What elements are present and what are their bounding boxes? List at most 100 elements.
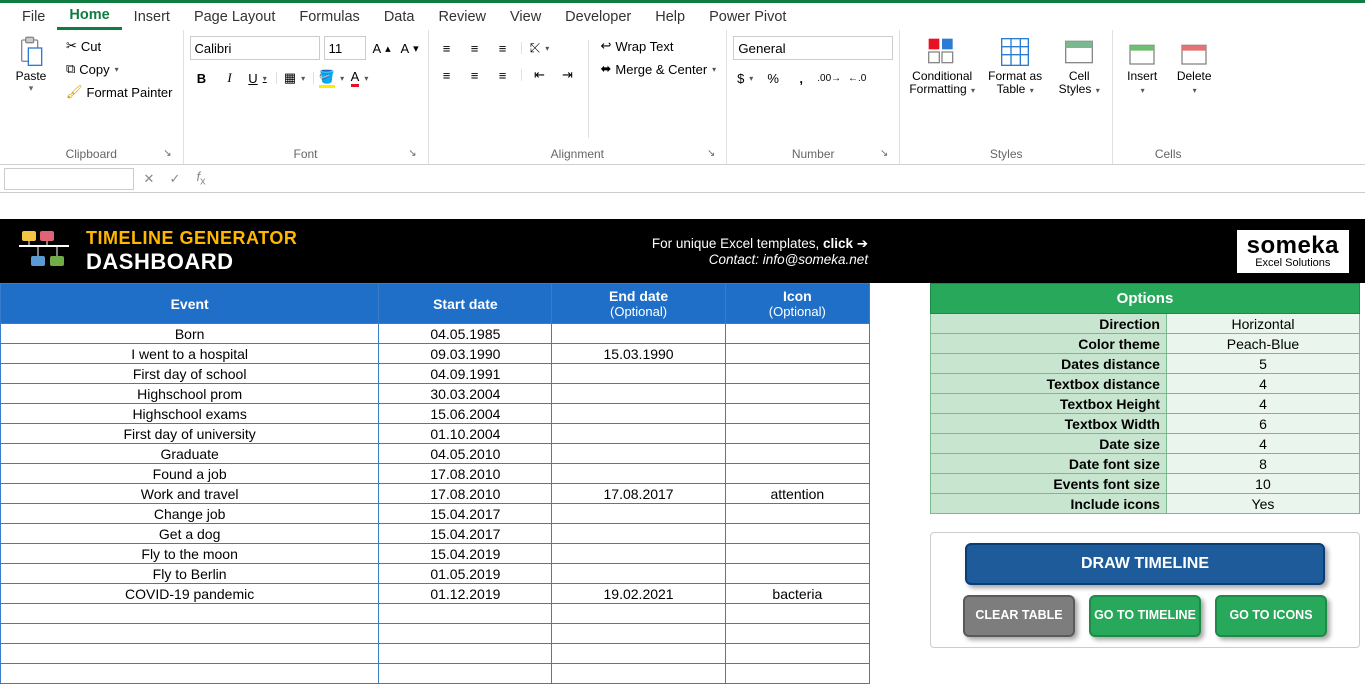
cell-icon[interactable]: [725, 424, 869, 444]
cell-start[interactable]: [379, 644, 552, 664]
table-row[interactable]: Born04.05.1985: [1, 324, 870, 344]
cell-end[interactable]: [552, 624, 725, 644]
align-center-button[interactable]: ≡: [463, 63, 487, 87]
option-row[interactable]: Include iconsYes: [931, 494, 1360, 514]
table-row[interactable]: Get a dog15.04.2017: [1, 524, 870, 544]
cell-event[interactable]: [1, 644, 379, 664]
option-value[interactable]: 8: [1166, 454, 1359, 474]
merge-center-button[interactable]: ⬌Merge & Center ▾: [597, 59, 721, 79]
decrease-indent-button[interactable]: ⇤: [528, 63, 552, 87]
table-row[interactable]: Highschool prom30.03.2004: [1, 384, 870, 404]
cell-icon[interactable]: bacteria: [725, 584, 869, 604]
cell-end[interactable]: [552, 424, 725, 444]
cell-icon[interactable]: attention: [725, 484, 869, 504]
paste-button[interactable]: Paste ▾: [6, 34, 56, 96]
fx-icon[interactable]: fx: [190, 169, 212, 188]
dialog-launcher-icon[interactable]: ↘: [877, 148, 891, 162]
cell-end[interactable]: [552, 544, 725, 564]
table-row[interactable]: Fly to the moon15.04.2019: [1, 544, 870, 564]
cell-styles-button[interactable]: Cell Styles ▾: [1052, 34, 1106, 98]
formula-input[interactable]: [216, 168, 1361, 190]
cell-start[interactable]: 15.04.2017: [379, 504, 552, 524]
table-row[interactable]: Highschool exams15.06.2004: [1, 404, 870, 424]
option-value[interactable]: Peach-Blue: [1166, 334, 1359, 354]
cell-event[interactable]: Fly to the moon: [1, 544, 379, 564]
table-row[interactable]: Fly to Berlin01.05.2019: [1, 564, 870, 584]
menu-tab-home[interactable]: Home: [57, 3, 121, 30]
menu-tab-developer[interactable]: Developer: [553, 5, 643, 29]
cell-start[interactable]: 15.06.2004: [379, 404, 552, 424]
cell-start[interactable]: 04.05.1985: [379, 324, 552, 344]
menu-tab-data[interactable]: Data: [372, 5, 427, 29]
draw-timeline-button[interactable]: DRAW TIMELINE: [965, 543, 1325, 585]
cell-end[interactable]: [552, 444, 725, 464]
cell-start[interactable]: [379, 664, 552, 684]
font-name-input[interactable]: [190, 36, 320, 60]
menu-tab-power-pivot[interactable]: Power Pivot: [697, 5, 798, 29]
col-start[interactable]: Start date: [379, 284, 552, 324]
worksheet-area[interactable]: Event Start date End date(Optional) Icon…: [0, 283, 1365, 684]
align-right-button[interactable]: ≡: [491, 63, 515, 87]
col-event[interactable]: Event: [1, 284, 379, 324]
option-row[interactable]: DirectionHorizontal: [931, 314, 1360, 334]
cell-start[interactable]: 30.03.2004: [379, 384, 552, 404]
events-table[interactable]: Event Start date End date(Optional) Icon…: [0, 283, 870, 684]
table-row[interactable]: [1, 644, 870, 664]
align-top-button[interactable]: ≡: [435, 36, 459, 60]
borders-button[interactable]: ▦▾: [283, 66, 307, 90]
cell-start[interactable]: 04.05.2010: [379, 444, 552, 464]
table-row[interactable]: [1, 664, 870, 684]
table-row[interactable]: [1, 624, 870, 644]
comma-button[interactable]: ,: [789, 66, 813, 90]
cell-icon[interactable]: [725, 404, 869, 424]
cell-end[interactable]: 17.08.2017: [552, 484, 725, 504]
option-value[interactable]: 10: [1166, 474, 1359, 494]
cell-start[interactable]: 17.08.2010: [379, 484, 552, 504]
fill-color-button[interactable]: 🪣▾: [320, 66, 344, 90]
menu-tab-review[interactable]: Review: [426, 5, 498, 29]
menu-tab-view[interactable]: View: [498, 5, 553, 29]
insert-cells-button[interactable]: Insert▾: [1119, 34, 1165, 98]
option-value[interactable]: 4: [1166, 374, 1359, 394]
font-size-input[interactable]: [324, 36, 366, 60]
cell-icon[interactable]: [725, 624, 869, 644]
option-value[interactable]: Horizontal: [1166, 314, 1359, 334]
conditional-formatting-button[interactable]: Conditional Formatting ▾: [906, 34, 978, 98]
accounting-format-button[interactable]: $▾: [733, 66, 757, 90]
option-row[interactable]: Date size4: [931, 434, 1360, 454]
cell-event[interactable]: First day of university: [1, 424, 379, 444]
menu-tab-file[interactable]: File: [10, 5, 57, 29]
dialog-launcher-icon[interactable]: ↘: [406, 148, 420, 162]
goto-icons-button[interactable]: GO TO ICONS: [1215, 595, 1327, 637]
table-row[interactable]: [1, 604, 870, 624]
menu-tab-insert[interactable]: Insert: [122, 5, 182, 29]
format-painter-button[interactable]: 🖌Format Painter: [62, 82, 177, 102]
cell-event[interactable]: [1, 624, 379, 644]
cell-icon[interactable]: [725, 524, 869, 544]
cell-end[interactable]: [552, 664, 725, 684]
option-value[interactable]: 5: [1166, 354, 1359, 374]
cell-icon[interactable]: [725, 564, 869, 584]
italic-button[interactable]: I: [218, 66, 242, 90]
bold-button[interactable]: B: [190, 66, 214, 90]
align-bottom-button[interactable]: ≡: [491, 36, 515, 60]
enter-formula-icon[interactable]: ✓: [164, 171, 186, 187]
cell-icon[interactable]: [725, 644, 869, 664]
menu-tab-page-layout[interactable]: Page Layout: [182, 5, 287, 29]
cell-event[interactable]: Born: [1, 324, 379, 344]
cell-event[interactable]: Highschool prom: [1, 384, 379, 404]
option-value[interactable]: Yes: [1166, 494, 1359, 514]
dialog-launcher-icon[interactable]: ↘: [704, 148, 718, 162]
cell-icon[interactable]: [725, 544, 869, 564]
decrease-decimal-button[interactable]: ←.0: [845, 66, 869, 90]
cell-icon[interactable]: [725, 364, 869, 384]
option-row[interactable]: Textbox distance4: [931, 374, 1360, 394]
align-middle-button[interactable]: ≡: [463, 36, 487, 60]
option-row[interactable]: Color themePeach-Blue: [931, 334, 1360, 354]
menu-tab-help[interactable]: Help: [643, 5, 697, 29]
cell-event[interactable]: Work and travel: [1, 484, 379, 504]
cell-start[interactable]: 04.09.1991: [379, 364, 552, 384]
cell-start[interactable]: 09.03.1990: [379, 344, 552, 364]
increase-decimal-button[interactable]: .00→: [817, 66, 841, 90]
delete-cells-button[interactable]: Delete▾: [1171, 34, 1217, 98]
